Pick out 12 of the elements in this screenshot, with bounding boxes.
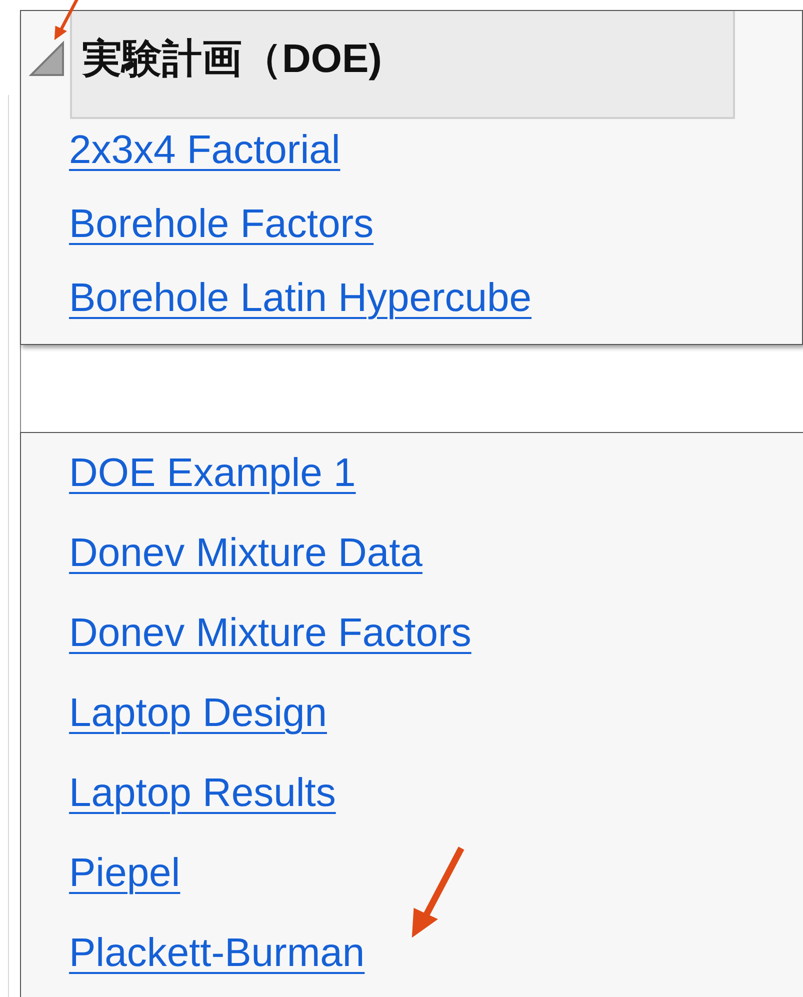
file-link[interactable]: Borehole Factors xyxy=(69,200,374,248)
file-link[interactable]: Borehole Latin Hypercube xyxy=(69,274,532,322)
file-link[interactable]: Plackett-Burman xyxy=(69,929,365,977)
disclosure-toggle-icon[interactable] xyxy=(29,41,65,77)
file-link[interactable]: Donev Mixture Factors xyxy=(69,609,472,657)
outline-header[interactable]: 実験計画（DOE) xyxy=(70,11,735,119)
file-link[interactable]: 2x3x4 Factorial xyxy=(69,126,340,174)
file-link[interactable]: Laptop Results xyxy=(69,769,336,817)
file-link[interactable]: Laptop Design xyxy=(69,689,327,737)
file-link[interactable]: DOE Example 1 xyxy=(69,449,356,497)
file-link[interactable]: Donev Mixture Data xyxy=(69,529,422,577)
file-link[interactable]: Piepel xyxy=(69,849,180,897)
